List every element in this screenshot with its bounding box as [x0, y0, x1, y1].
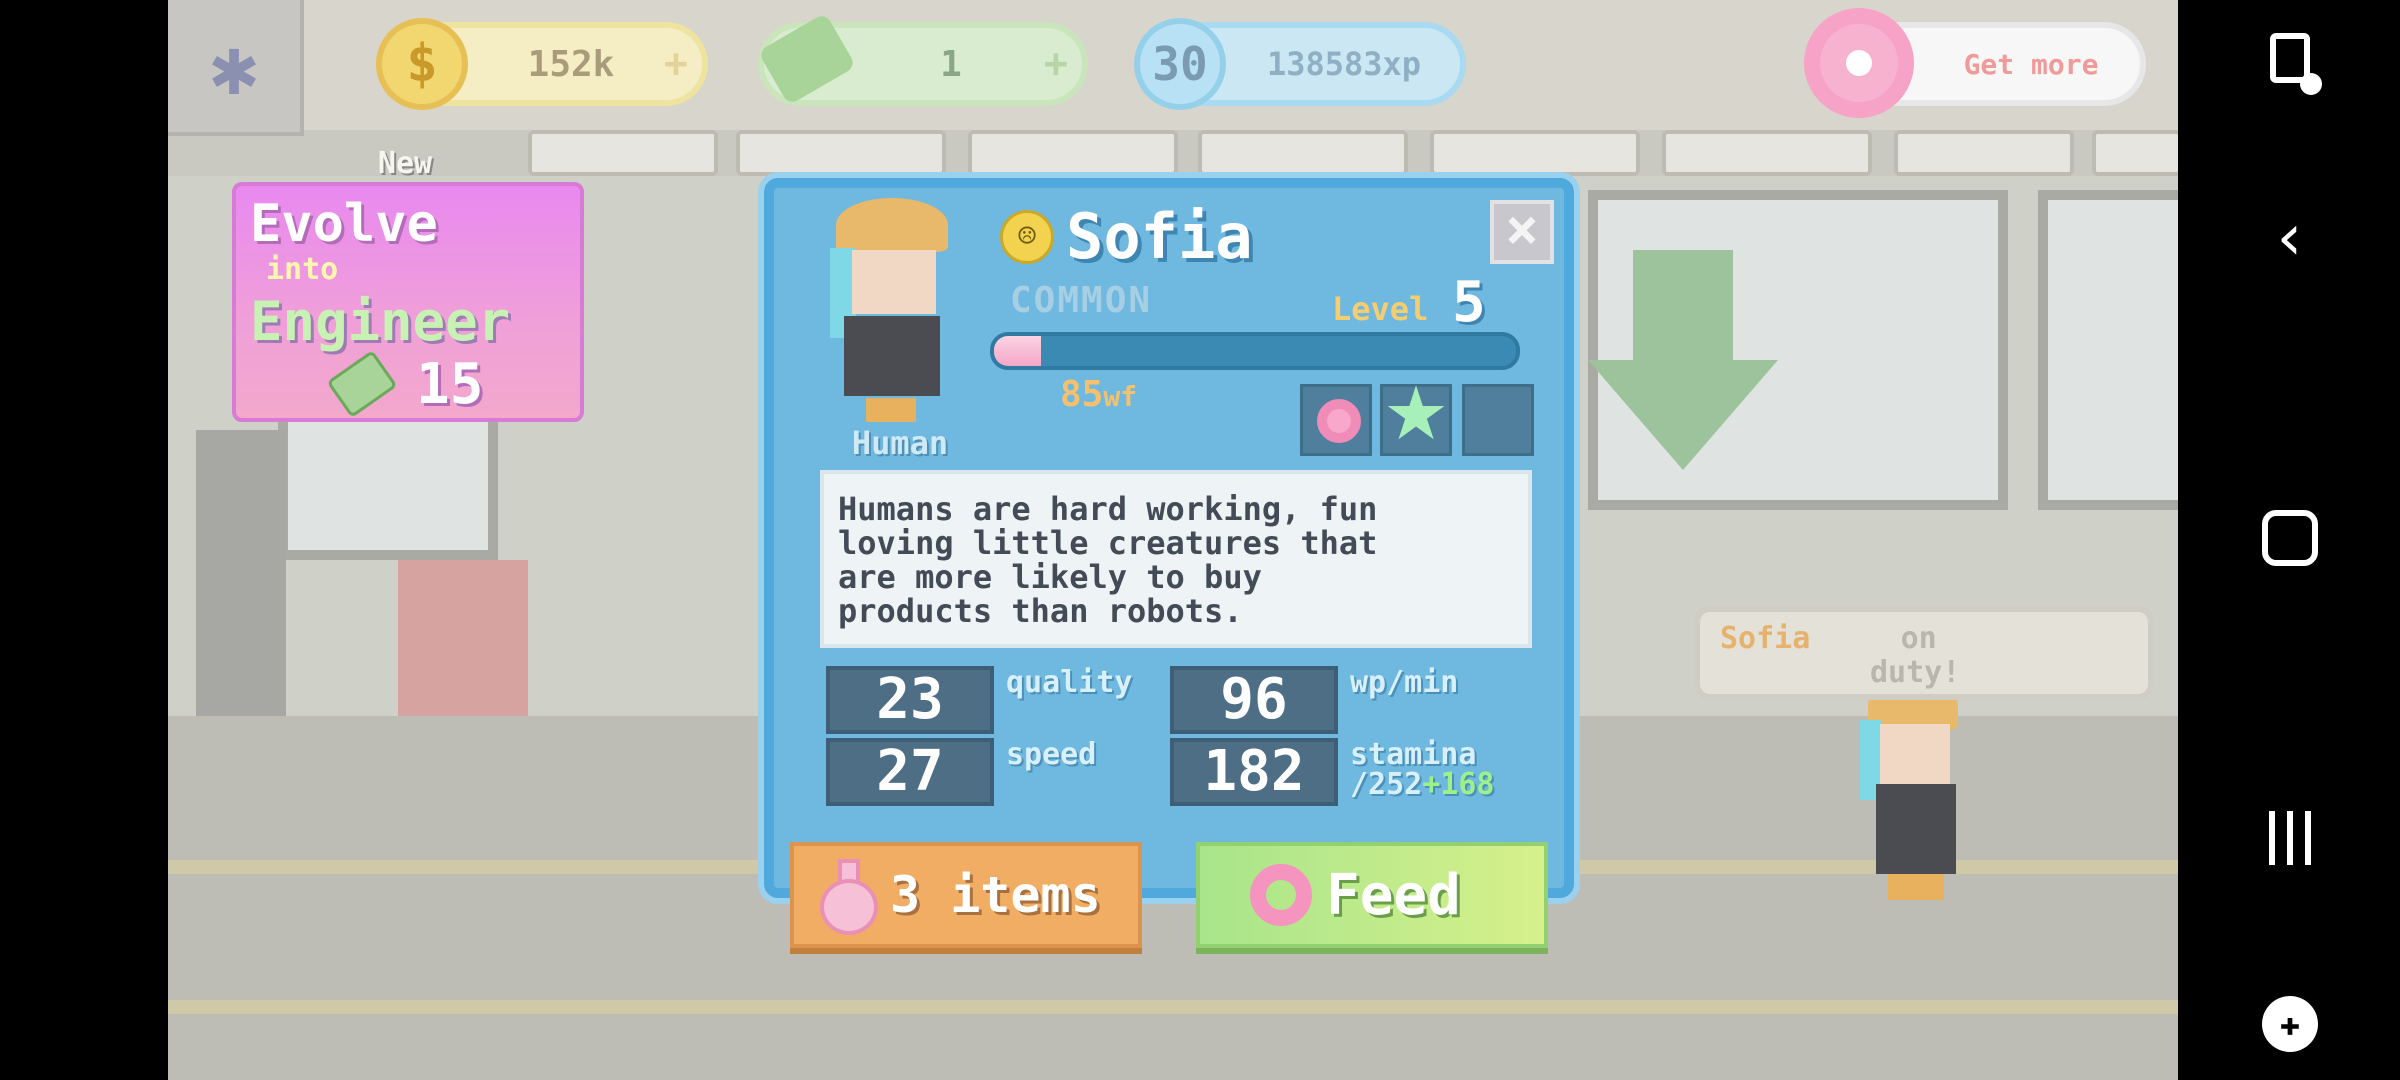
evolve-cost: 15	[416, 352, 484, 417]
stamina-value: 182	[1170, 738, 1338, 806]
window	[2038, 190, 2178, 510]
donut-icon	[1317, 399, 1361, 443]
speed-value: 27	[826, 738, 994, 806]
quality-value: 23	[826, 666, 994, 734]
donut-slot[interactable]	[1300, 384, 1372, 456]
worker-character[interactable]	[1858, 680, 1968, 920]
donut-icon	[1250, 864, 1312, 926]
ceiling-beam	[1198, 130, 1408, 176]
feed-button-label: Feed	[1326, 862, 1461, 928]
ceiling-beam	[736, 130, 946, 176]
wp-min-label: wp/min	[1350, 665, 1459, 700]
level-label: Level	[1332, 290, 1429, 328]
game-tools-button[interactable]: ✚	[2242, 976, 2338, 1072]
evolve-card[interactable]: Evolve into Engineer 15	[232, 182, 584, 422]
species-label: Human	[851, 424, 949, 462]
stamina-bonus: +168	[1422, 767, 1495, 802]
potion-icon	[814, 855, 884, 935]
evolve-target: Engineer	[250, 290, 511, 353]
bubble-text-2: duty!	[1870, 655, 1961, 690]
evolve-title: Evolve	[250, 194, 438, 254]
screen-edit-button[interactable]	[2242, 10, 2338, 106]
bubble-text: on	[1900, 621, 1937, 656]
xp-counter[interactable]: 30 138583xp	[1134, 18, 1466, 110]
ceiling-beam	[1430, 130, 1640, 176]
stamina-label: stamina /252+168	[1350, 740, 1495, 800]
wp-min-value: 96	[1170, 666, 1338, 734]
ceiling-beam	[2092, 130, 2178, 176]
level-value: 5	[1452, 270, 1486, 335]
ceiling-beam	[1662, 130, 1872, 176]
menu-button[interactable]: ✱	[168, 0, 304, 136]
empty-slot[interactable]	[1462, 384, 1534, 456]
character-name: Sofia	[1066, 200, 1253, 273]
feed-button[interactable]: Feed	[1196, 842, 1548, 948]
character-portrait	[810, 190, 960, 430]
items-button-label: 3 items	[890, 866, 1101, 924]
sad-face-icon: ☹	[1000, 210, 1054, 264]
character-description: Humans are hard working, fun loving litt…	[820, 470, 1532, 648]
new-badge: New	[377, 146, 433, 181]
pillar	[196, 430, 286, 730]
close-button[interactable]: ×	[1490, 200, 1554, 264]
back-button[interactable]: ‹	[2242, 190, 2338, 286]
coins-value: 152k	[527, 43, 615, 85]
gamepad-icon: ✚	[2262, 996, 2318, 1052]
edit-icon	[2270, 33, 2322, 95]
system-navigation-bar: ‹ ✚	[2178, 0, 2400, 1080]
cash-value: 1	[940, 43, 962, 85]
wf-unit: wf	[1103, 380, 1138, 413]
donut-icon	[1804, 8, 1914, 118]
ceiling-beam	[968, 130, 1178, 176]
xp-level-icon: 30	[1134, 18, 1226, 110]
recent-apps-icon	[2269, 811, 2311, 865]
floor-stripe	[168, 1000, 2178, 1014]
recent-apps-button[interactable]	[2242, 790, 2338, 886]
ceiling-beam	[1894, 130, 2074, 176]
items-button[interactable]: 3 items	[790, 842, 1142, 948]
cash-counter[interactable]: 1 +	[757, 12, 1088, 106]
ceiling-beam	[528, 130, 718, 176]
stamina-max: /252	[1350, 767, 1423, 802]
quality-label: quality	[1006, 665, 1133, 700]
coins-counter[interactable]: $ 152k +	[376, 18, 708, 110]
add-coins-button[interactable]: +	[664, 41, 688, 87]
down-arrow-icon	[1588, 250, 1778, 480]
bubble-name: Sofia	[1720, 621, 1811, 656]
star-icon: ★	[1384, 343, 1448, 465]
add-cash-button[interactable]: +	[1044, 41, 1068, 87]
xp-value: 138583xp	[1266, 45, 1422, 83]
wf-value: 85wf	[1060, 374, 1137, 415]
speed-label: speed	[1006, 737, 1097, 772]
coin-icon: $	[376, 18, 468, 110]
get-more-label: Get more	[1963, 47, 2099, 81]
speech-bubble: Sofia on duty!	[1694, 606, 2154, 700]
home-button[interactable]	[2242, 490, 2338, 586]
wf-progress-fill	[994, 336, 1041, 366]
get-more-donuts-button[interactable]: Get more	[1804, 8, 2146, 118]
cash-icon	[326, 349, 398, 419]
chevron-left-icon: ‹	[2270, 201, 2310, 275]
rarity-label: COMMON	[1010, 280, 1153, 321]
home-icon	[2262, 510, 2318, 566]
wf-number: 85	[1060, 374, 1104, 415]
evolve-into: into	[266, 252, 339, 287]
gear-icon: ✱	[209, 19, 259, 113]
